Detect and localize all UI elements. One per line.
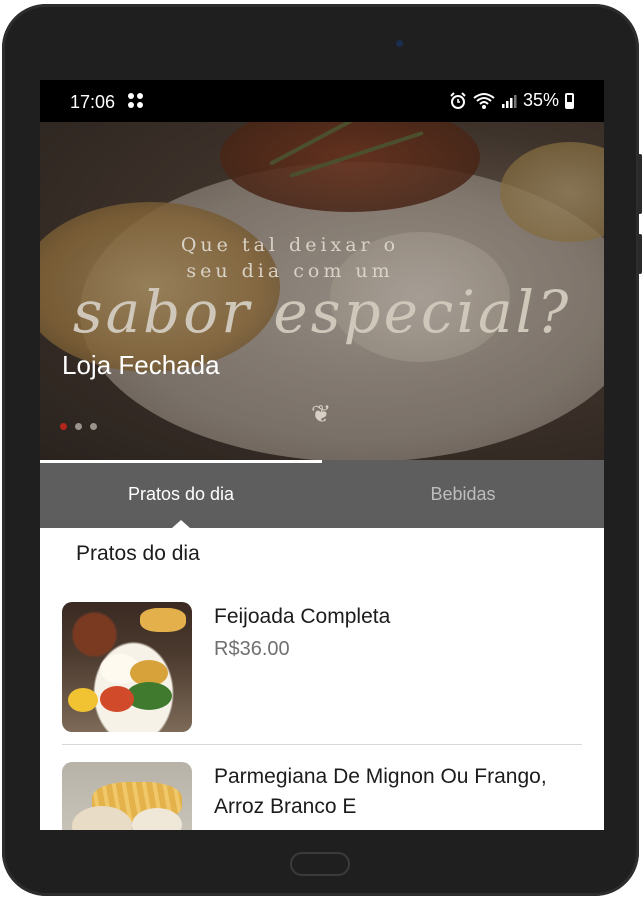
wifi-icon xyxy=(473,92,495,109)
menu-item-feijoada[interactable]: Feijoada Completa R$36.00 xyxy=(62,602,582,732)
home-button[interactable] xyxy=(290,852,350,876)
item-price: R$36.00 xyxy=(214,638,290,660)
status-bar: 17:06 35% xyxy=(40,80,604,122)
battery-percent: 35% xyxy=(522,90,559,110)
section-title: Pratos do dia xyxy=(76,542,200,565)
status-icons: 35% xyxy=(449,90,574,111)
menu-list: Pratos do dia Feijoada Completa R$36.00 … xyxy=(40,528,604,830)
carousel-dot[interactable] xyxy=(60,423,67,430)
signal-icon xyxy=(501,94,517,108)
item-divider xyxy=(62,744,582,745)
tab-bebidas[interactable]: Bebidas xyxy=(322,460,604,528)
power-button xyxy=(638,234,642,274)
restaurant-logo: ❦ xyxy=(310,401,332,428)
banner-tagline-line1: Que tal deixar o xyxy=(180,234,400,256)
notification-icon xyxy=(128,93,144,109)
promo-banner[interactable]: Que tal deixar o seu dia com um sabor es… xyxy=(40,122,604,460)
banner-script-text: sabor especial? xyxy=(72,278,572,346)
carousel-dot[interactable] xyxy=(90,423,97,430)
category-tabs: Pratos do dia Bebidas xyxy=(40,460,604,528)
tab-pratos-do-dia[interactable]: Pratos do dia xyxy=(40,460,322,528)
carousel-dot[interactable] xyxy=(75,423,82,430)
item-photo xyxy=(62,762,192,830)
carousel-indicators xyxy=(60,423,97,430)
tablet-frame: 17:06 35% Que tal deixar o seu dia com u… xyxy=(2,4,642,896)
item-photo xyxy=(62,602,192,732)
store-status: Loja Fechada xyxy=(62,350,220,380)
alarm-icon xyxy=(450,91,466,109)
battery-icon xyxy=(565,92,574,109)
app-screen: 17:06 35% Que tal deixar o seu dia com u… xyxy=(40,80,604,830)
item-name: Parmegiana De Mignon Ou Frango, Arroz Br… xyxy=(214,765,547,818)
volume-button xyxy=(638,154,642,214)
active-tab-caret xyxy=(172,520,190,528)
item-name: Feijoada Completa xyxy=(214,605,391,628)
menu-item-parmegiana[interactable]: Parmegiana De Mignon Ou Frango, Arroz Br… xyxy=(62,762,582,830)
status-time: 17:06 xyxy=(70,92,116,112)
front-camera xyxy=(396,40,403,47)
